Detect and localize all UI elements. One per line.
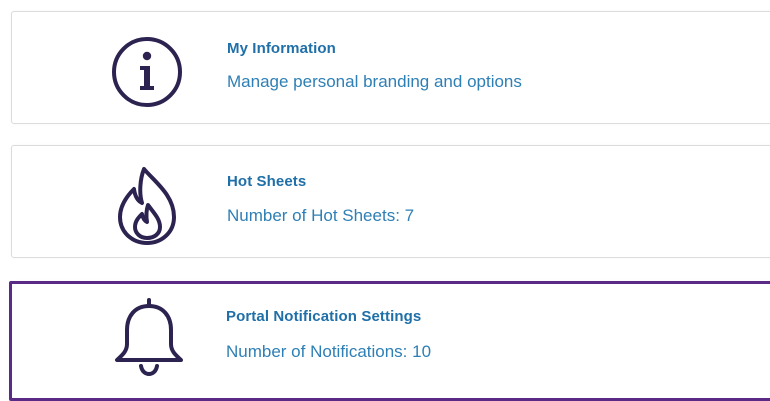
card-title: Hot Sheets bbox=[227, 173, 307, 190]
card-hot-sheets[interactable]: Hot Sheets Number of Hot Sheets: 7 bbox=[11, 145, 770, 258]
card-description: Manage personal branding and options bbox=[227, 72, 522, 91]
card-title: My Information bbox=[227, 40, 336, 57]
card-portal-notification-settings[interactable]: Portal Notification Settings Number of N… bbox=[9, 281, 770, 401]
card-description: Number of Notifications: 10 bbox=[226, 342, 432, 361]
card-my-information[interactable]: My Information Manage personal branding … bbox=[11, 11, 770, 124]
card-title: Portal Notification Settings bbox=[226, 308, 422, 325]
info-icon bbox=[102, 32, 192, 112]
card-description: Number of Hot Sheets: 7 bbox=[227, 206, 415, 225]
flame-icon bbox=[102, 166, 192, 246]
bell-icon bbox=[104, 296, 194, 377]
